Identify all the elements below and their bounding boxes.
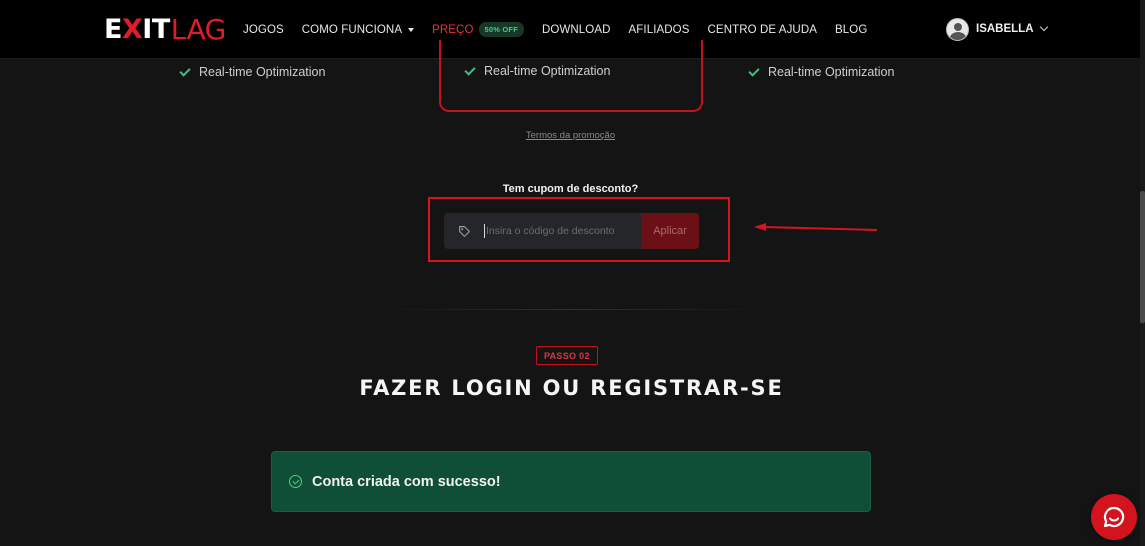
- caret-down-icon: [408, 28, 415, 32]
- feature-label: Real-time Optimization: [484, 64, 611, 78]
- arrow-annotation-icon: [754, 223, 878, 231]
- feature-label: Real-time Optimization: [199, 65, 326, 79]
- feature-label: Real-time Optimization: [768, 65, 895, 79]
- chat-bubble-icon: [1103, 506, 1125, 528]
- check-icon: [464, 63, 476, 76]
- nav-item-preco[interactable]: PREÇO 50% OFF: [432, 22, 524, 37]
- check-icon: [748, 64, 760, 77]
- promo-terms-link[interactable]: Termos da promoção: [0, 130, 1145, 141]
- apply-coupon-button[interactable]: Aplicar: [641, 213, 699, 249]
- avatar: [946, 17, 969, 41]
- nav-item-label: PREÇO: [432, 23, 474, 36]
- coupon-title: Tem cupom de desconto?: [0, 183, 1145, 195]
- nav-item-label: AFILIADOS: [628, 23, 690, 36]
- nav-item-label: JOGOS: [243, 23, 284, 36]
- nav-item-afiliados[interactable]: AFILIADOS: [629, 24, 690, 36]
- discount-badge: 50% OFF: [478, 22, 524, 37]
- plan-feature-right: Real-time Optimization: [748, 64, 895, 79]
- nav-item-label: CENTRO DE AJUDA: [707, 23, 818, 36]
- coupon-title-text: Tem cupom de desconto?: [502, 183, 639, 195]
- section-divider: [375, 309, 770, 310]
- avatar-head: [954, 22, 962, 31]
- success-message: Conta criada com sucesso!: [312, 473, 501, 490]
- success-alert: Conta criada com sucesso!: [271, 451, 871, 512]
- plan-feature-center: Real-time Optimization: [464, 63, 611, 78]
- coupon-form: Aplicar: [444, 213, 699, 249]
- promo-terms-label: Termos da promoção: [525, 130, 616, 141]
- logo-letters-lag: LAG: [170, 12, 227, 46]
- user-name: ISABELLA: [976, 23, 1034, 35]
- nav-item-label: COMO FUNCIONA: [301, 23, 403, 36]
- check-circle-icon: [289, 475, 302, 488]
- check-icon: [179, 64, 191, 77]
- nav-item-download[interactable]: DOWNLOAD: [542, 24, 611, 36]
- nav-item-jogos[interactable]: JOGOS: [243, 24, 284, 36]
- exitlag-logo[interactable]: E X IT LAG: [104, 12, 226, 46]
- avatar-body: [950, 31, 966, 40]
- scrollbar-thumb[interactable]: [1140, 191, 1145, 323]
- plan-feature-left: Real-time Optimization: [179, 64, 326, 79]
- chevron-down-icon: [1039, 22, 1048, 32]
- chat-support-button[interactable]: [1091, 494, 1137, 540]
- nav-item-centro-de-ajuda[interactable]: CENTRO DE AJUDA: [708, 24, 818, 36]
- nav-item-como-funciona[interactable]: COMO FUNCIONA: [301, 23, 415, 36]
- nav-item-blog[interactable]: BLOG: [835, 24, 867, 36]
- nav-item-label: BLOG: [835, 23, 868, 36]
- logo-letters-it: IT: [142, 13, 170, 45]
- nav-item-label: DOWNLOAD: [542, 23, 611, 36]
- logo-letter-e: E: [104, 13, 122, 45]
- page-title: FAZER LOGIN OU REGISTRAR-SE: [0, 376, 1145, 400]
- section-title-text: FAZER LOGIN OU REGISTRAR-SE: [359, 376, 784, 400]
- step-badge: PASSO 02: [536, 346, 598, 365]
- user-menu[interactable]: ISABELLA: [946, 17, 1048, 41]
- tag-icon: [444, 213, 484, 249]
- logo-letter-x: X: [121, 13, 143, 45]
- coupon-code-input[interactable]: [484, 224, 641, 238]
